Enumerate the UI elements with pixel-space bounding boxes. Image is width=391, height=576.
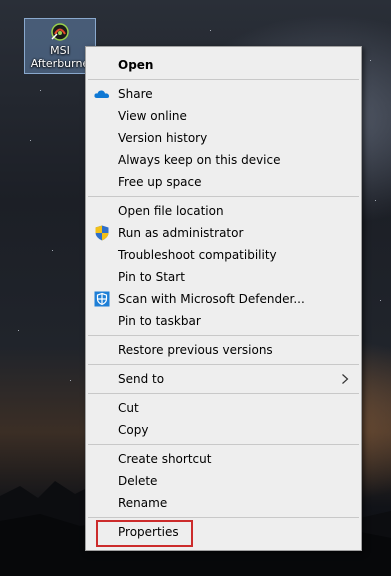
menu-item-label: Pin to taskbar [118,314,201,328]
menu-item-view-online[interactable]: View online [86,105,361,127]
star [380,300,381,301]
menu-item-properties[interactable]: Properties [86,520,361,547]
star [375,200,376,201]
menu-separator [88,364,359,365]
menu-separator [88,335,359,336]
menu-item-cut[interactable]: Cut [86,397,361,419]
menu-item-label: Free up space [118,175,202,189]
menu-separator [88,517,359,518]
menu-item-pin-to-taskbar[interactable]: Pin to taskbar [86,310,361,332]
menu-item-label: Troubleshoot compatibility [118,248,277,262]
menu-item-open[interactable]: Open [86,54,361,76]
menu-item-label: Scan with Microsoft Defender... [118,292,305,306]
menu-item-label: Run as administrator [118,226,244,240]
menu-item-label: View online [118,109,187,123]
menu-item-version-history[interactable]: Version history [86,127,361,149]
menu-item-label: Open file location [118,204,224,218]
star [18,330,19,331]
menu-item-copy[interactable]: Copy [86,419,361,441]
menu-item-pin-to-start[interactable]: Pin to Start [86,266,361,288]
menu-item-share[interactable]: Share [86,83,361,105]
menu-item-label: Create shortcut [118,452,212,466]
star [52,250,53,251]
star [210,30,211,31]
menu-item-label: Share [118,87,153,101]
menu-item-label: Delete [118,474,158,488]
menu-item-label: Rename [118,496,168,510]
menu-item-rename[interactable]: Rename [86,492,361,514]
chevron-right-icon [342,374,349,384]
highlight-annotation-box [96,520,193,547]
onedrive-cloud-icon [94,90,110,98]
menu-item-always-keep[interactable]: Always keep on this device [86,149,361,171]
menu-separator [88,196,359,197]
menu-item-create-shortcut[interactable]: Create shortcut [86,448,361,470]
star [370,60,371,61]
msi-afterburner-icon [51,23,69,41]
star [30,140,31,141]
menu-item-restore-previous-versions[interactable]: Restore previous versions [86,339,361,361]
menu-item-label: Open [118,58,154,72]
menu-item-free-up-space[interactable]: Free up space [86,171,361,193]
defender-shield-icon [94,291,110,307]
menu-separator [88,79,359,80]
menu-item-label: Send to [118,372,165,386]
star [70,380,71,381]
menu-item-open-file-location[interactable]: Open file location [86,200,361,222]
star [40,90,41,91]
menu-item-run-as-admin[interactable]: Run as administrator [86,222,361,244]
menu-separator [88,444,359,445]
menu-item-troubleshoot-compatibility[interactable]: Troubleshoot compatibility [86,244,361,266]
menu-separator [88,393,359,394]
menu-item-delete[interactable]: Delete [86,470,361,492]
menu-item-label: Pin to Start [118,270,185,284]
menu-item-scan-defender[interactable]: Scan with Microsoft Defender... [86,288,361,310]
menu-item-label: Version history [118,131,208,145]
menu-item-label: Cut [118,401,139,415]
uac-shield-icon [95,225,109,241]
context-menu: Open Share View online Version history A… [85,46,362,551]
menu-item-label: Always keep on this device [118,153,281,167]
menu-item-send-to[interactable]: Send to [86,368,361,390]
menu-item-label: Copy [118,423,149,437]
menu-item-label: Restore previous versions [118,343,273,357]
